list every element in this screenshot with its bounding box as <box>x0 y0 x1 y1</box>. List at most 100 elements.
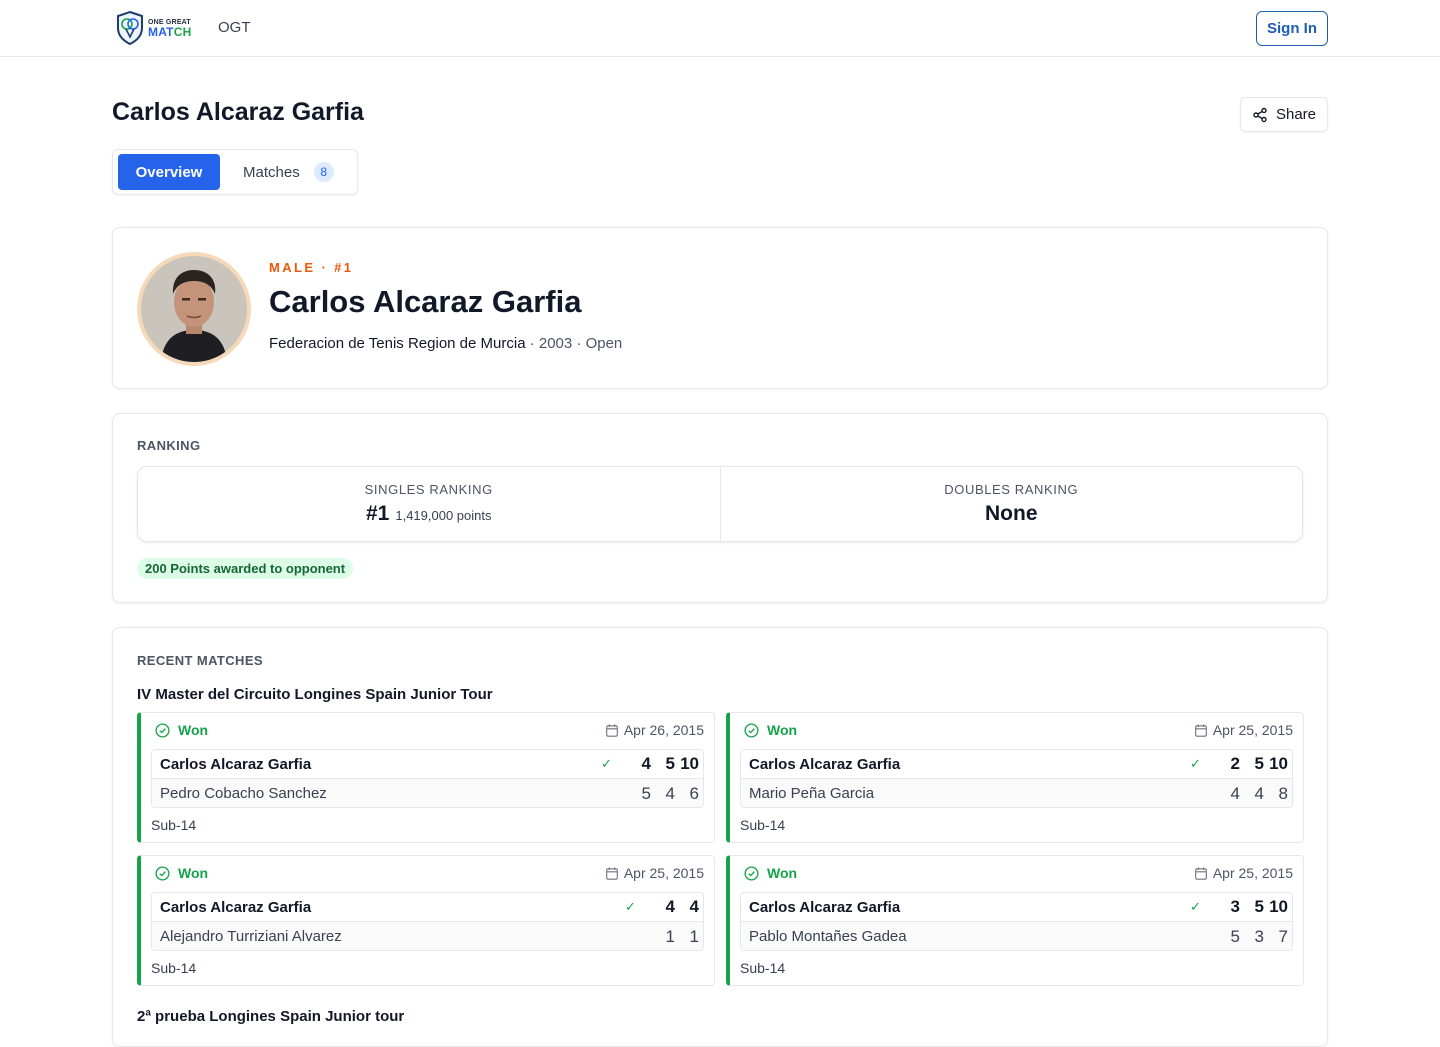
calendar-icon <box>605 867 618 880</box>
loser-set-score: 4 <box>1254 783 1264 803</box>
loser-row: Pablo Montañes Gadea 537 <box>741 922 1292 950</box>
winner-check-icon: ✓ <box>601 756 612 771</box>
check-circle-icon <box>744 865 759 881</box>
recent-matches-card: RECENT MATCHES IV Master del Circuito Lo… <box>112 627 1328 1047</box>
loser-set-score: 3 <box>1254 926 1264 946</box>
page-title: Carlos Alcaraz Garfia <box>112 98 364 126</box>
doubles-ranking: DOUBLES RANKING None <box>719 467 1303 541</box>
loser-row: Alejandro Turriziani Alvarez 11 <box>152 922 703 950</box>
winner-set-score: 10 <box>680 754 699 773</box>
recent-matches-section-label: RECENT MATCHES <box>137 653 263 668</box>
winner-row: Carlos Alcaraz Garfia ✓ 2 5 10 <box>741 750 1292 779</box>
loser-set-score: 6 <box>689 783 699 803</box>
ranking-card: RANKING SINGLES RANKING #1 1,419,000 poi… <box>112 413 1328 603</box>
top-navigation-bar: ONE GREAT MATCH OGT Sign In <box>0 0 1440 57</box>
logo-text-line2b: CH <box>173 24 192 39</box>
loser-set-score: 1 <box>665 926 675 946</box>
tab-overview[interactable]: Overview <box>118 154 220 190</box>
birth-year-category: · 2003 · Open <box>525 335 623 352</box>
player-profile-card: MALE · #1 Carlos Alcaraz Garfia Federaci… <box>112 227 1328 389</box>
player-details: Federacion de Tenis Region de Murcia · 2… <box>269 335 622 352</box>
winner-name[interactable]: Carlos Alcaraz Garfia <box>160 756 601 773</box>
brand-name-link[interactable]: OGT <box>218 19 251 36</box>
loser-name[interactable]: Pablo Montañes Gadea <box>749 928 1216 945</box>
tournament-title: 2ª prueba Longines Spain Junior tour <box>137 1008 405 1025</box>
share-icon <box>1253 107 1267 122</box>
doubles-ranking-title: DOUBLES RANKING <box>944 482 1079 497</box>
winner-set-score: 3 <box>1230 897 1240 916</box>
check-circle-icon <box>744 722 759 738</box>
winner-name[interactable]: Carlos Alcaraz Garfia <box>749 899 1190 916</box>
winner-set-score: 10 <box>1269 897 1288 916</box>
loser-row: Mario Peña Garcia 448 <box>741 779 1292 807</box>
ranking-box: SINGLES RANKING #1 1,419,000 points DOUB… <box>137 466 1303 542</box>
logo-link[interactable]: ONE GREAT MATCH <box>116 11 191 45</box>
winner-name[interactable]: Carlos Alcaraz Garfia <box>749 756 1190 773</box>
tab-matches[interactable]: Matches 8 <box>243 154 334 190</box>
winner-set-score: 5 <box>1254 754 1264 773</box>
sign-in-button[interactable]: Sign In <box>1256 11 1328 46</box>
loser-set-score: 5 <box>1230 926 1240 946</box>
share-button[interactable]: Share <box>1240 97 1328 132</box>
loser-set-score: 1 <box>689 926 699 946</box>
match-category: Sub-14 <box>740 817 786 833</box>
ranking-section-label: RANKING <box>137 438 201 453</box>
calendar-icon <box>1194 867 1207 880</box>
winner-check-icon: ✓ <box>1190 756 1201 771</box>
loser-set-score: 5 <box>641 783 651 803</box>
federation-name: Federacion de Tenis Region de Murcia <box>269 335 526 352</box>
player-name: Carlos Alcaraz Garfia <box>269 284 582 319</box>
calendar-icon <box>1194 724 1207 737</box>
match-status: Won <box>178 722 209 738</box>
tournament-title: IV Master del Circuito Longines Spain Ju… <box>137 686 493 703</box>
player-photo <box>141 256 247 362</box>
winner-set-score: 2 <box>1230 754 1240 773</box>
singles-ranking-points: 1,419,000 points <box>395 508 492 523</box>
match-date: Apr 25, 2015 <box>1212 865 1293 881</box>
match-card[interactable]: Won Apr 25, 2015 Carlos Alcaraz Garfia ✓… <box>726 855 1304 986</box>
winner-set-score: 4 <box>641 754 651 773</box>
match-card[interactable]: Won Apr 25, 2015 Carlos Alcaraz Garfia ✓… <box>726 712 1304 843</box>
winner-row: Carlos Alcaraz Garfia ✓ 44 <box>152 893 703 922</box>
singles-ranking-value: #1 <box>366 502 390 525</box>
winner-set-score: 5 <box>665 754 675 773</box>
winner-set-score: 5 <box>1254 897 1264 916</box>
winner-name[interactable]: Carlos Alcaraz Garfia <box>160 899 625 916</box>
winner-set-score: 10 <box>1269 754 1288 773</box>
loser-name[interactable]: Alejandro Turriziani Alvarez <box>160 928 651 945</box>
match-card[interactable]: Won Apr 25, 2015 Carlos Alcaraz Garfia ✓… <box>137 855 715 986</box>
loser-set-score: 7 <box>1278 926 1288 946</box>
match-date: Apr 25, 2015 <box>1212 722 1293 738</box>
singles-ranking: SINGLES RANKING #1 1,419,000 points <box>138 467 720 541</box>
match-date: Apr 26, 2015 <box>623 722 704 738</box>
match-category: Sub-14 <box>740 960 786 976</box>
loser-set-score: 4 <box>1230 783 1240 803</box>
matches-count-badge: 8 <box>313 162 334 182</box>
points-awarded-badge: 200 Points awarded to opponent <box>137 558 354 579</box>
loser-name[interactable]: Mario Peña Garcia <box>749 785 1216 802</box>
gender-rank-label: MALE · #1 <box>269 260 354 275</box>
tab-bar: Overview Matches 8 <box>112 149 358 195</box>
loser-name[interactable]: Pedro Cobacho Sanchez <box>160 785 627 802</box>
winner-set-score: 4 <box>665 897 675 916</box>
match-date: Apr 25, 2015 <box>623 865 704 881</box>
loser-row: Pedro Cobacho Sanchez 546 <box>152 779 703 807</box>
match-score-table: Carlos Alcaraz Garfia ✓ 44 Alejandro Tur… <box>151 892 704 951</box>
winner-row: Carlos Alcaraz Garfia ✓ 3 5 10 <box>741 893 1292 922</box>
logo-shield-icon <box>117 11 143 45</box>
match-card[interactable]: Won Apr 26, 2015 Carlos Alcaraz Garfia ✓… <box>137 712 715 843</box>
tab-matches-label: Matches <box>243 163 300 181</box>
match-score-table: Carlos Alcaraz Garfia ✓ 4 5 10 Pedro Cobac… <box>151 749 704 808</box>
loser-set-score: 8 <box>1278 783 1288 803</box>
calendar-icon <box>605 724 618 737</box>
winner-set-score: 4 <box>689 897 699 916</box>
logo-text-line2a: MAT <box>148 24 174 39</box>
match-score-table: Carlos Alcaraz Garfia ✓ 3 5 10 Pablo Monta… <box>740 892 1293 951</box>
match-category: Sub-14 <box>151 960 197 976</box>
match-status: Won <box>178 865 209 881</box>
match-status: Won <box>767 865 798 881</box>
share-label: Share <box>1275 106 1317 123</box>
match-score-table: Carlos Alcaraz Garfia ✓ 2 5 10 Mario Peña … <box>740 749 1293 808</box>
loser-set-score: 4 <box>665 783 675 803</box>
winner-check-icon: ✓ <box>1190 899 1201 914</box>
